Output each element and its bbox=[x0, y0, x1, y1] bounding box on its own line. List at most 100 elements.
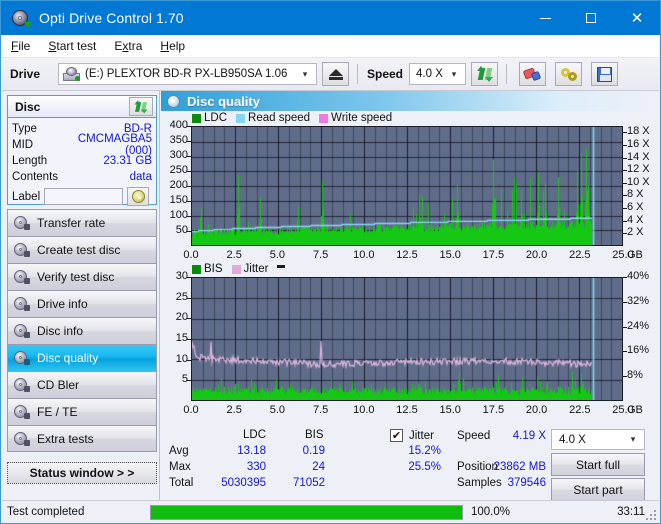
y-axis-tick-mark bbox=[623, 327, 627, 328]
y-axis-tick-mark bbox=[187, 277, 191, 278]
y-axis-tick-left: 5 bbox=[182, 373, 188, 385]
erase-button[interactable] bbox=[519, 62, 546, 86]
sidebar-item-fe-te[interactable]: FE / TE bbox=[7, 398, 157, 425]
disc-refresh-button[interactable] bbox=[129, 97, 153, 116]
x-axis-tick: 0.0 bbox=[179, 404, 203, 416]
menu-item-start-test[interactable]: Start test bbox=[39, 37, 105, 55]
ldc-chart-canvas bbox=[192, 127, 622, 245]
key-button[interactable] bbox=[555, 62, 582, 86]
sidebar-item-extra-tests[interactable]: Extra tests bbox=[7, 425, 157, 452]
legend-swatch-icon bbox=[192, 114, 201, 123]
disc-label-input[interactable] bbox=[44, 188, 123, 205]
disc-row-contents: Contents data bbox=[12, 169, 152, 185]
checkmark-icon: ✔ bbox=[392, 430, 401, 441]
disc-icon bbox=[14, 378, 30, 392]
resize-grip-icon[interactable] bbox=[646, 510, 656, 520]
y-axis-tick-left: 20 bbox=[176, 311, 188, 323]
legend-item-read-speed: Read speed bbox=[236, 112, 310, 124]
disc-label-button[interactable] bbox=[127, 187, 149, 206]
stats-row-label-max: Max bbox=[169, 461, 191, 473]
jitter-max: 25.5% bbox=[393, 461, 441, 473]
sidebar-item-disc-quality[interactable]: Disc quality bbox=[7, 344, 157, 371]
sidebar-item-transfer-rate[interactable]: Transfer rate bbox=[7, 209, 157, 236]
y-axis-tick-mark bbox=[187, 318, 191, 319]
jitter-avg: 15.2% bbox=[393, 445, 441, 457]
disc-row-value: 23.31 GB bbox=[103, 155, 152, 167]
y-axis-tick-left: 200 bbox=[170, 179, 188, 191]
stats-total-ldc: 5030395 bbox=[206, 477, 266, 489]
close-button[interactable]: ✕ bbox=[614, 1, 660, 35]
x-axis-tick: 0.0 bbox=[179, 249, 203, 261]
disc-row-key: Length bbox=[12, 155, 74, 167]
x-axis-unit-label: GB bbox=[627, 404, 643, 416]
y-axis-tick-right: 12 X bbox=[627, 163, 650, 175]
start-full-button[interactable]: Start full bbox=[551, 453, 645, 476]
stats-avg-ldc: 13.18 bbox=[221, 445, 266, 457]
sidebar-item-verify-test-disc[interactable]: Verify test disc bbox=[7, 263, 157, 290]
minimize-button[interactable] bbox=[522, 1, 568, 35]
x-axis-tick: 12.5 bbox=[395, 404, 419, 416]
sidebar-item-cd-bler[interactable]: CD Bler bbox=[7, 371, 157, 398]
y-axis-tick-mark bbox=[187, 216, 191, 217]
sidebar-item-label: Verify test disc bbox=[37, 270, 114, 284]
eject-button[interactable] bbox=[322, 62, 349, 86]
y-axis-tick-mark bbox=[187, 186, 191, 187]
y-axis-tick-right: 4 X bbox=[627, 214, 644, 226]
refresh-button[interactable] bbox=[471, 62, 498, 86]
disc-row-key: Contents bbox=[12, 171, 74, 183]
menu-help-rest: elp bbox=[169, 39, 185, 53]
stats-avg-bis: 0.19 bbox=[285, 445, 325, 457]
x-axis-tick: 5.0 bbox=[265, 249, 289, 261]
sidebar-item-label: Disc info bbox=[37, 324, 83, 338]
menu-item-help[interactable]: Help bbox=[151, 37, 194, 55]
menu-item-file[interactable]: File bbox=[2, 37, 39, 55]
chevron-down-icon: ▾ bbox=[622, 430, 644, 450]
start-full-label: Start full bbox=[576, 458, 620, 472]
y-axis-tick-mark bbox=[187, 360, 191, 361]
menu-item-extra[interactable]: Extra bbox=[105, 37, 151, 55]
y-axis-tick-left: 25 bbox=[176, 291, 188, 303]
bis-jitter-chart-canvas bbox=[192, 278, 622, 400]
speed-select[interactable]: 4.0 X ▾ bbox=[409, 63, 466, 85]
jitter-checkbox[interactable]: ✔ bbox=[390, 429, 403, 442]
disc-icon bbox=[14, 432, 30, 446]
erase-icon bbox=[524, 67, 542, 81]
x-axis-tick: 10.0 bbox=[352, 249, 376, 261]
page-title: Disc quality bbox=[187, 94, 260, 109]
x-axis-tick: 15.0 bbox=[438, 249, 462, 261]
status-bar: Test completed 100.0% 33:11 bbox=[2, 500, 659, 523]
speed-select-value: 4.0 X bbox=[416, 68, 443, 80]
start-part-label: Start part bbox=[573, 483, 622, 497]
y-axis-tick-right: 18 X bbox=[627, 125, 650, 137]
x-axis-tick: 7.5 bbox=[309, 249, 333, 261]
y-axis-tick-right: 16 X bbox=[627, 138, 650, 150]
left-panel: Disc Type BD-R MID CMCMAGBA5 (000) Len bbox=[2, 91, 160, 500]
y-axis-tick-right: 6 X bbox=[627, 201, 644, 213]
y-axis-tick-right: 2 X bbox=[627, 226, 644, 238]
stats-position-value: 23862 MB bbox=[486, 461, 546, 473]
sidebar-item-create-test-disc[interactable]: Create test disc bbox=[7, 236, 157, 263]
y-axis-tick-left: 300 bbox=[170, 149, 188, 161]
status-window-button[interactable]: Status window > > bbox=[7, 462, 157, 484]
y-axis-tick-left: 400 bbox=[170, 119, 188, 131]
x-axis-tick: 17.5 bbox=[481, 249, 505, 261]
disc-icon bbox=[14, 351, 30, 365]
test-speed-select[interactable]: 4.0 X ▾ bbox=[551, 429, 645, 450]
y-axis-tick-mark bbox=[623, 302, 627, 303]
x-axis-tick: 20.0 bbox=[525, 249, 549, 261]
maximize-button[interactable] bbox=[568, 1, 614, 35]
chart-legend-bottom: BIS Jitter bbox=[192, 263, 285, 275]
sidebar-item-drive-info[interactable]: Drive info bbox=[7, 290, 157, 317]
start-part-button[interactable]: Start part bbox=[551, 478, 645, 501]
y-axis-tick-right: 24% bbox=[627, 320, 649, 332]
y-axis-tick-mark bbox=[187, 380, 191, 381]
x-axis-tick: 17.5 bbox=[481, 404, 505, 416]
drive-select[interactable]: (E:) PLEXTOR BD-R PX-LB950SA 1.06 ▾ bbox=[58, 63, 317, 85]
legend-item-ldc: LDC bbox=[192, 112, 227, 124]
disc-quality-icon bbox=[167, 95, 181, 108]
sidebar-item-disc-info[interactable]: Disc info bbox=[7, 317, 157, 344]
save-button[interactable] bbox=[591, 62, 618, 86]
progress-bar bbox=[150, 505, 463, 520]
y-axis-tick-left: 50 bbox=[176, 224, 188, 236]
chevron-down-icon: ▾ bbox=[443, 64, 465, 84]
